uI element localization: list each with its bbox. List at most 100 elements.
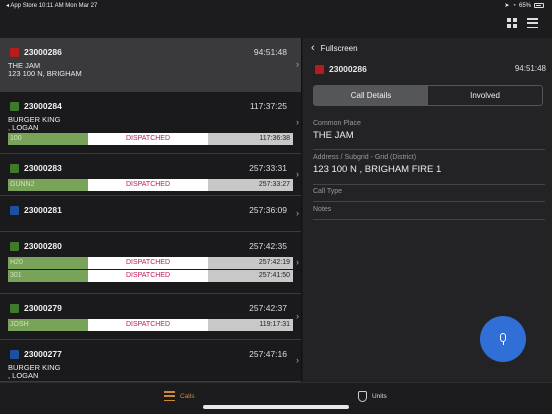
call-time: 257:42:35 [249, 241, 287, 251]
status-bar-right: ➤ ◔ 65% [504, 2, 544, 9]
unit-time: 257:41:50 [208, 270, 293, 282]
call-time: 257:33:31 [249, 163, 287, 173]
wifi-icon: ◔ [512, 2, 516, 9]
call-id: 23000281 [24, 205, 62, 215]
unit-name: GUNN2 [8, 179, 88, 191]
bottom-tabbar: Calls Units [0, 382, 552, 414]
call-id: 23000283 [24, 163, 62, 173]
address-field: Address / Subgrid - Grid (District) 123 … [313, 154, 545, 185]
priority-square-icon [10, 164, 19, 173]
battery-icon [534, 3, 544, 8]
microphone-button[interactable] [480, 316, 526, 362]
priority-square-icon [10, 102, 19, 111]
call-header: 23000281 257:36:09 [8, 200, 293, 220]
common-place-label: Common Place [313, 120, 361, 127]
call-time: 257:42:37 [249, 303, 287, 313]
top-navbar [0, 12, 552, 38]
chevron-right-icon: › [296, 257, 299, 267]
priority-square-icon [315, 65, 324, 74]
list-icon [164, 391, 175, 401]
notes-label: Notes [313, 206, 332, 213]
unit-name: 100 [8, 133, 88, 145]
detail-call-time: 94:51:48 [514, 64, 546, 73]
call-address-line1: BURGER KING [8, 115, 61, 124]
status-bar: ◂ App Store 10:11 AM Mon Mar 27 ➤ ◔ 65% [0, 0, 552, 12]
call-id: 23000280 [24, 241, 62, 251]
detail-call-id: 23000286 [329, 64, 367, 74]
priority-square-icon [10, 304, 19, 313]
tab-units-label: Units [372, 393, 387, 400]
unit-status: DISPATCHED [88, 257, 208, 269]
unit-status-bar[interactable]: 301 DISPATCHED 257:41:50 [8, 270, 293, 282]
grid-icon[interactable] [507, 18, 517, 28]
call-header: 23000277 257:47:16 [8, 344, 293, 364]
tab-call-details[interactable]: Call Details [314, 86, 428, 105]
menu-icon[interactable] [527, 18, 538, 28]
call-type-label: Call Type [313, 188, 343, 195]
call-type-field: Call Type [313, 188, 545, 202]
unit-time: 119:17:31 [208, 319, 293, 331]
priority-square-icon [10, 206, 19, 215]
unit-status-bar[interactable]: JOSH DISPATCHED 119:17:31 [8, 319, 293, 331]
unit-status: DISPATCHED [88, 179, 208, 191]
call-id: 23000286 [24, 47, 62, 57]
priority-square-icon [10, 242, 19, 251]
call-id: 23000277 [24, 349, 62, 359]
fullscreen-label: Fullscreen [320, 43, 358, 53]
call-row[interactable]: 23000283 257:33:31 GUNN2 DISPATCHED 257:… [0, 154, 301, 196]
call-header: 23000283 257:33:31 [8, 158, 293, 178]
call-header: 23000279 257:42:37 [8, 298, 293, 318]
tab-calls-label: Calls [180, 392, 195, 400]
call-row[interactable]: 23000279 257:42:37 JOSH DISPATCHED 119:1… [0, 294, 301, 340]
signal-icon: ➤ [504, 3, 510, 9]
call-detail-panel: ‹ Fullscreen 23000286 94:51:48 Call Deta… [303, 38, 552, 382]
call-id: 23000284 [24, 101, 62, 111]
unit-status-bar[interactable]: GUNN2 DISPATCHED 257:33:27 [8, 179, 293, 191]
call-row[interactable]: 23000281 257:36:09 › [0, 196, 301, 232]
chevron-right-icon: › [296, 311, 299, 321]
tab-involved[interactable]: Involved [428, 86, 542, 105]
address-label: Address / Subgrid - Grid (District) [313, 154, 417, 161]
chevron-left-icon: ‹ [311, 42, 315, 54]
chevron-right-icon: › [296, 59, 299, 69]
tab-units[interactable]: Units [358, 391, 387, 402]
microphone-icon [499, 332, 507, 346]
unit-status-bar[interactable]: 100 DISPATCHED 117:36:38 [8, 133, 293, 145]
call-header: 23000286 94:51:48 [8, 42, 293, 62]
call-time: 257:36:09 [249, 205, 287, 215]
fullscreen-button[interactable]: ‹ Fullscreen [311, 42, 358, 54]
unit-name: 301 [8, 270, 88, 282]
call-row[interactable]: 23000286 94:51:48 THE JAM 123 100 N, BRIG… [0, 38, 301, 92]
chevron-right-icon: › [296, 208, 299, 218]
call-time: 117:37:25 [249, 101, 287, 111]
call-address-line1: BURGER KING [8, 363, 61, 372]
priority-square-icon [10, 48, 19, 57]
priority-square-icon [10, 350, 19, 359]
calls-list: 23000286 94:51:48 THE JAM 123 100 N, BRIG… [0, 38, 302, 382]
tab-calls[interactable]: Calls [164, 391, 194, 401]
unit-status-bar[interactable]: H20 DISPATCHED 257:42:19 [8, 257, 293, 269]
notes-field: Notes [313, 206, 545, 220]
unit-time: 257:33:27 [208, 179, 293, 191]
call-id: 23000279 [24, 303, 62, 313]
call-row[interactable]: 23000284 117:37:25 BURGER KING, LOGAN 10… [0, 92, 301, 154]
call-address-line2: 123 100 N, BRIGHAM [8, 69, 82, 78]
call-header: 23000280 257:42:35 [8, 236, 293, 256]
unit-status: DISPATCHED [88, 270, 208, 282]
unit-name: H20 [8, 257, 88, 269]
common-place-field: Common Place THE JAM [313, 120, 545, 150]
unit-name: JOSH [8, 319, 88, 331]
call-address-line2: , LOGAN [8, 123, 39, 132]
call-row[interactable]: 23000277 257:47:16 BURGER KING, LOGAN › [0, 340, 301, 382]
unit-status: DISPATCHED [88, 133, 208, 145]
call-address-line2: , LOGAN [8, 371, 39, 380]
chevron-right-icon: › [296, 169, 299, 179]
call-row[interactable]: 23000280 257:42:35 H20 DISPATCHED 257:42… [0, 232, 301, 294]
call-header: 23000284 117:37:25 [8, 96, 293, 116]
common-place-value: THE JAM [313, 130, 354, 141]
call-time: 257:47:16 [249, 349, 287, 359]
status-bar-left: ◂ App Store 10:11 AM Mon Mar 27 [6, 3, 98, 9]
address-value: 123 100 N , BRIGHAM FIRE 1 [313, 164, 442, 175]
unit-status: DISPATCHED [88, 319, 208, 331]
call-time: 94:51:48 [253, 47, 287, 57]
